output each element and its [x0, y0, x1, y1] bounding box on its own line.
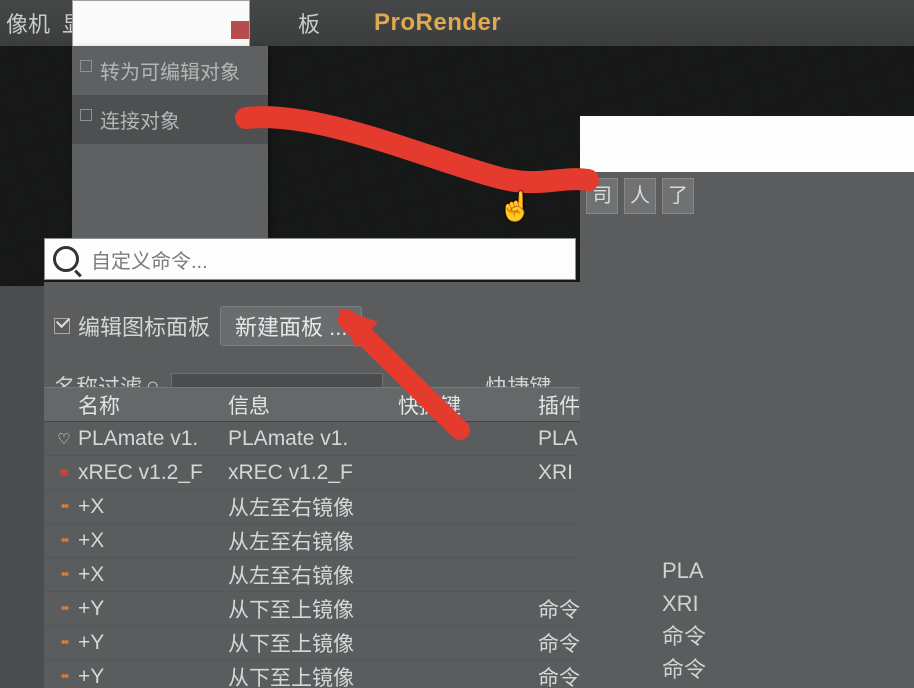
cell-name: +Y [78, 597, 228, 621]
cell-info: PLAmate v1. [228, 427, 398, 451]
heart-icon: ♡ [50, 430, 78, 448]
popup-white-box [72, 0, 250, 48]
search-icon [53, 246, 79, 272]
dots-icon: •• [50, 634, 78, 651]
cell-name: +X [78, 563, 228, 587]
search-placeholder: 自定义命令... [91, 245, 208, 274]
right-white-box [580, 116, 914, 172]
new-panel-button[interactable]: 新建面板 ... [220, 306, 362, 346]
cell-name: +Y [78, 665, 228, 688]
cell-info: xREC v1.2_F [228, 461, 398, 485]
menu-item-label: 连接对象 [100, 111, 180, 133]
dots-icon: •• [50, 532, 78, 549]
right-btn-3[interactable]: 了 [662, 178, 694, 214]
cell-info: 从下至上镜像 [228, 594, 398, 624]
menu-connect-objects[interactable]: 连接对象 [72, 95, 268, 144]
menu-item-icon [80, 109, 92, 121]
col-shortcut[interactable]: 快捷键 [398, 390, 538, 420]
cell-info: 从下至上镜像 [228, 628, 398, 658]
dots-icon: •• [50, 600, 78, 617]
menu-item-label: 转为可编辑对象 [100, 62, 240, 84]
cell-name: +X [78, 529, 228, 553]
command-search[interactable]: 自定义命令... [44, 238, 576, 280]
menu-make-editable[interactable]: 转为可编辑对象 [72, 46, 268, 95]
right-plugin-cell: XRI [662, 587, 706, 620]
right-panel: 司 人 了 PLAXRI命令命令命令 [580, 116, 914, 688]
record-icon: ■ [50, 464, 78, 481]
menu-camera[interactable]: 像机 [0, 7, 56, 39]
menu-panel[interactable]: 板 [292, 7, 326, 39]
right-plugin-cell: 命令 [662, 653, 706, 686]
edit-icon-panel-checkbox[interactable] [54, 318, 70, 334]
col-name[interactable]: 名称 [78, 390, 228, 420]
dots-icon: •• [50, 566, 78, 583]
col-info[interactable]: 信息 [228, 390, 398, 420]
dots-icon: •• [50, 668, 78, 685]
right-btn-1[interactable]: 司 [586, 178, 618, 214]
context-menu: 转为可编辑对象 连接对象 [72, 46, 268, 242]
menu-prorender[interactable]: ProRender [368, 9, 507, 37]
cell-name: PLAmate v1. [78, 427, 228, 451]
edit-icon-panel-label: 编辑图标面板 [78, 310, 210, 342]
cell-name: +X [78, 495, 228, 519]
cell-info: 从下至上镜像 [228, 662, 398, 688]
cell-info: 从左至右镜像 [228, 560, 398, 590]
right-plugin-cell: 命令 [662, 620, 706, 653]
right-btn-2[interactable]: 人 [624, 178, 656, 214]
cell-info: 从左至右镜像 [228, 526, 398, 556]
cell-name: xREC v1.2_F [78, 461, 228, 485]
menu-item-icon [80, 60, 92, 72]
right-plugin-cell: PLA [662, 554, 706, 587]
dots-icon: •• [50, 498, 78, 515]
cell-info: 从左至右镜像 [228, 492, 398, 522]
cell-name: +Y [78, 631, 228, 655]
